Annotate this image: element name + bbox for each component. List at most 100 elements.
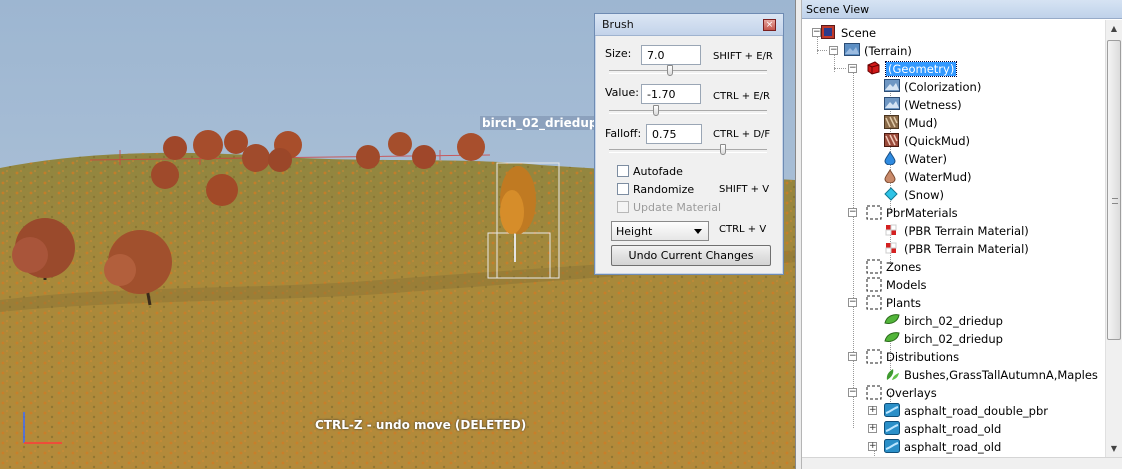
scroll-up-icon[interactable]: ▲ <box>1106 20 1122 37</box>
randomize-label: Randomize <box>633 183 695 196</box>
geometry-icon <box>866 61 882 76</box>
pbr-material-icon <box>884 223 900 238</box>
tree-node[interactable]: (Wetness) <box>804 96 1104 114</box>
value-input[interactable]: -1.70 <box>641 84 701 104</box>
tree-node-label: Models <box>886 278 927 292</box>
chevron-down-icon <box>694 229 702 234</box>
mode-shortcut: CTRL + V <box>719 224 767 235</box>
tree-node[interactable]: − Plants <box>804 294 1104 312</box>
expand-icon[interactable]: + <box>868 424 877 433</box>
collapse-icon[interactable]: − <box>829 46 838 55</box>
tree-node[interactable]: − Overlays <box>804 384 1104 402</box>
tree-node[interactable]: (Mud) <box>804 114 1104 132</box>
status-message: CTRL-Z - undo move (DELETED) <box>315 418 527 432</box>
tree-node-label: PbrMaterials <box>886 206 958 220</box>
image-icon <box>884 97 900 112</box>
tree-node-label: Scene <box>841 26 877 40</box>
selected-object-label: birch_02_driedup <box>480 116 600 130</box>
tree-node[interactable]: Bushes,GrassTallAutumnA,Maples <box>804 366 1104 384</box>
tree-node[interactable]: − (Terrain) <box>804 42 1104 60</box>
collapse-icon[interactable]: − <box>848 298 857 307</box>
vertical-scrollbar[interactable]: ▲ ▼ <box>1105 20 1122 457</box>
size-input[interactable]: 7.0 <box>641 45 701 65</box>
tree-node[interactable]: − Scene <box>804 24 1104 42</box>
collapse-icon[interactable]: − <box>812 28 821 37</box>
falloff-label: Falloff: <box>605 127 642 140</box>
expand-icon[interactable]: + <box>868 406 877 415</box>
tree-node-label: (Mud) <box>904 116 938 130</box>
randomize-checkbox[interactable] <box>617 183 629 195</box>
tree-node[interactable]: (PBR Terrain Material) <box>804 240 1104 258</box>
tree-node[interactable]: + asphalt_road_old <box>804 420 1104 438</box>
value-label: Value: <box>605 86 639 99</box>
tree-node[interactable]: Zones <box>804 258 1104 276</box>
collapse-icon[interactable]: − <box>848 64 857 73</box>
tree-node[interactable]: − Distributions <box>804 348 1104 366</box>
autofade-checkbox[interactable] <box>617 165 629 177</box>
falloff-slider-thumb[interactable] <box>719 144 726 155</box>
collapse-icon[interactable]: − <box>848 352 857 361</box>
tree-node[interactable]: + asphalt_road_old <box>804 438 1104 456</box>
mud-icon <box>884 115 900 130</box>
tree-node-label: (PBR Terrain Material) <box>904 242 1029 256</box>
tree-node-label: birch_02_driedup <box>904 314 1003 328</box>
tree-node-label: (Snow) <box>904 188 945 202</box>
scrollbar-thumb[interactable] <box>1107 40 1121 340</box>
collapse-icon[interactable]: − <box>848 208 857 217</box>
tree-node[interactable]: − PbrMaterials <box>804 204 1104 222</box>
value-shortcut: CTRL + E/R <box>713 91 770 102</box>
scene-icon <box>821 25 837 40</box>
scene-tree[interactable]: − Scene − (Terrain) − (Geometry) (Colorization… <box>804 20 1104 456</box>
image-icon <box>884 79 900 94</box>
randomize-shortcut: SHIFT + V <box>719 184 770 195</box>
value-slider-thumb[interactable] <box>653 105 660 116</box>
tree-node-label: (Water) <box>904 152 947 166</box>
scene-view-title: Scene View <box>802 0 1122 19</box>
expand-icon[interactable]: + <box>868 442 877 451</box>
road-icon <box>884 421 900 436</box>
brush-mode-value: Height <box>616 225 653 238</box>
tree-node[interactable]: (PBR Terrain Material) <box>804 222 1104 240</box>
falloff-slider[interactable] <box>609 144 767 155</box>
tree-node[interactable]: + asphalt_road_double_pbr <box>804 402 1104 420</box>
plants-icon <box>884 367 900 382</box>
tree-node[interactable]: birch_02_driedup <box>804 312 1104 330</box>
size-slider[interactable] <box>609 65 767 76</box>
tree-node[interactable]: (WaterMud) <box>804 168 1104 186</box>
tree-node[interactable]: Models <box>804 276 1104 294</box>
falloff-input[interactable]: 0.75 <box>646 124 702 144</box>
tree-node-label: (QuickMud) <box>904 134 971 148</box>
collapse-icon[interactable]: − <box>848 388 857 397</box>
tree-node[interactable]: (Snow) <box>804 186 1104 204</box>
tree-node[interactable]: (QuickMud) <box>804 132 1104 150</box>
brush-mode-select[interactable]: Height <box>611 221 709 241</box>
tree-node[interactable]: (Colorization) <box>804 78 1104 96</box>
axis-gizmo-icon <box>23 412 62 444</box>
leaf-icon <box>884 331 900 346</box>
horizontal-scrollbar[interactable] <box>802 457 1122 469</box>
falloff-shortcut: CTRL + D/F <box>713 129 771 140</box>
size-slider-thumb[interactable] <box>666 65 673 76</box>
close-icon[interactable]: × <box>763 19 776 31</box>
folder-icon <box>866 277 882 292</box>
scroll-down-icon[interactable]: ▼ <box>1106 440 1122 457</box>
road-icon <box>884 403 900 418</box>
tree-node[interactable]: (Water) <box>804 150 1104 168</box>
update-material-label: Update Material <box>633 201 722 214</box>
pbr-material-icon <box>884 241 900 256</box>
size-label: Size: <box>605 47 632 60</box>
tree-node-label: (Geometry) <box>884 61 958 77</box>
tree-node-label: (PBR Terrain Material) <box>904 224 1029 238</box>
tree-node[interactable]: birch_02_driedup <box>804 330 1104 348</box>
undo-current-changes-button[interactable]: Undo Current Changes <box>611 245 771 266</box>
tree-node-label: (Terrain) <box>864 44 912 58</box>
tree-node[interactable]: − (Geometry) <box>804 60 1104 78</box>
update-material-checkbox[interactable] <box>617 201 629 213</box>
tree-node-label: (Colorization) <box>904 80 982 94</box>
watermud-drop-icon <box>884 169 900 184</box>
folder-icon <box>866 259 882 274</box>
folder-icon <box>866 205 882 220</box>
value-slider[interactable] <box>609 105 767 116</box>
water-drop-icon <box>884 151 900 166</box>
leaf-icon <box>884 313 900 328</box>
